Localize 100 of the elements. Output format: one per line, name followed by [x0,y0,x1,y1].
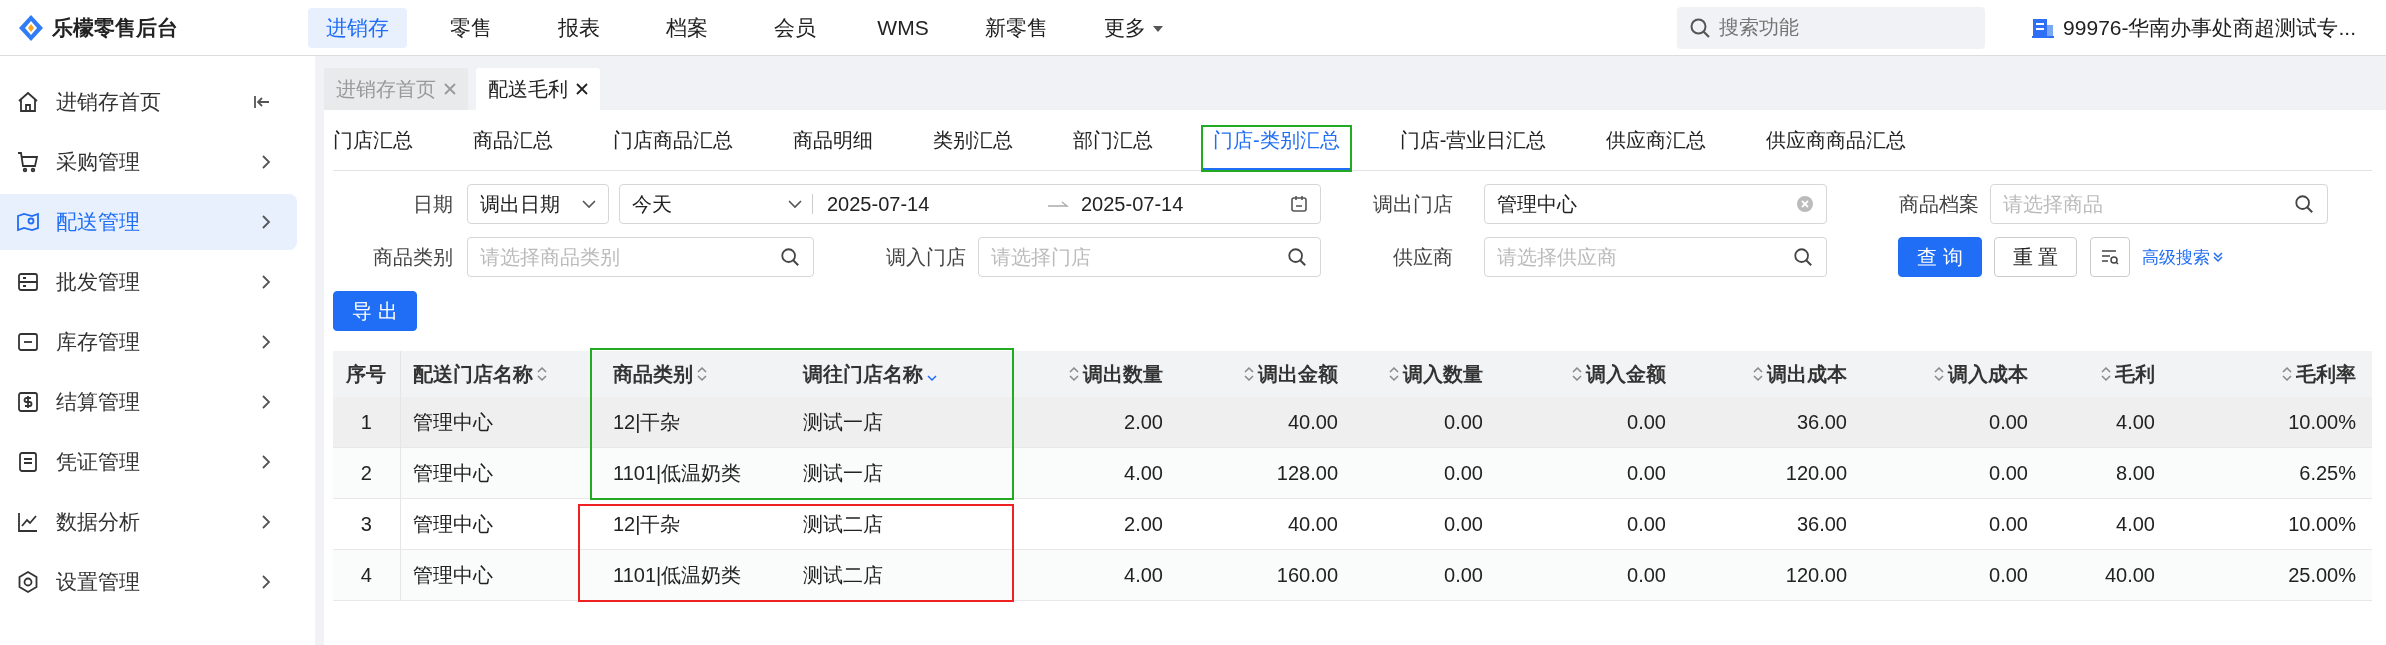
gear-icon [16,570,40,594]
field-label: 日期 [412,191,453,217]
table-cell: 4 [360,563,372,586]
table-cell: 管理中心 [412,410,493,433]
caret-icon [1152,24,1164,33]
search-icon [1793,247,1813,267]
advanced-search-link[interactable]: 高级搜索 [2142,245,2225,269]
sort-icon[interactable] [1069,366,1079,382]
table-cell: 1101|低温奶类 [613,563,742,586]
app-title: 乐檬零售后台 [52,14,178,41]
nav-link[interactable]: 档案 [643,7,731,48]
field-label: 商品档案 [1898,191,1979,217]
table-row[interactable]: 1 管理中心 12|干杂 测试一店 2.00 40.00 0.00 0.00 36.00 0.00 4.00 10.00% [333,397,2372,448]
sort-icon[interactable] [1389,366,1399,382]
search-icon [1287,247,1307,267]
sidebar-item[interactable]: 结算管理 [0,374,297,430]
table-cell: 0.00 [1444,410,1483,433]
table-cell: 40.00 [1287,512,1338,535]
sort-icon[interactable] [536,366,547,382]
category-field[interactable]: 请选择商品类别 [467,237,814,277]
sidebar-item[interactable]: 配送管理 [0,194,297,250]
double-chevron-icon [2212,251,2225,263]
sidebar-item[interactable]: 采购管理 [0,134,297,190]
report-tab[interactable]: 商品汇总 [463,127,563,170]
table-cell: 0.00 [1989,410,2028,433]
search-icon [1689,16,1712,39]
building-icon [2031,16,2056,39]
table-cell: 8.00 [2116,461,2155,484]
table-cell: 120.00 [1785,461,1847,484]
store-name[interactable]: 99976-华南办事处商超测试专... [2063,13,2356,42]
report-tab[interactable]: 供应商商品汇总 [1756,127,1917,170]
logo-icon [18,13,44,42]
report-tab[interactable]: 供应商汇总 [1596,127,1717,170]
product-field[interactable]: 请选择商品 [1990,184,2328,224]
field-label: 调入门店 [885,244,966,270]
money-icon [16,390,40,414]
store-field[interactable]: 请选择门店 [978,237,1321,277]
nav-link[interactable]: 报表 [535,7,623,48]
sidebar-item[interactable]: 凭证管理 [0,434,297,490]
cart-icon [16,150,40,174]
table-cell: 2.00 [1124,512,1163,535]
sort-icon[interactable] [2101,366,2111,382]
nav-link[interactable]: 会员 [751,7,839,48]
sidebar-item[interactable]: 设置管理 [0,554,297,610]
nav-link[interactable]: 零售 [427,7,515,48]
search-field[interactable]: 搜索功能 [1677,6,1986,49]
map-icon [16,210,40,234]
sort-icon[interactable] [1934,366,1944,382]
sidebar-item[interactable]: 数据分析 [0,494,297,550]
chevron-right-icon [261,334,271,350]
sidebar-item[interactable]: 进销存首页 [0,74,297,130]
sort-icon[interactable] [2282,366,2292,382]
table-row[interactable]: 3 管理中心 12|干杂 测试二店 2.00 40.00 0.00 0.00 36.00 0.00 4.00 10.00% [333,498,2372,550]
table-cell: 0.00 [1989,563,2028,586]
close-icon[interactable] [576,83,588,95]
store-field[interactable]: 管理中心 [1484,184,1827,224]
sort-icon[interactable] [1572,366,1582,382]
report-tab[interactable]: 门店-类别汇总 [1203,127,1350,170]
date-range-field[interactable]: 今天 2025-07-14 2025-07-14 [619,184,1321,224]
nav-link[interactable]: 进销存 [308,7,407,48]
report-tab[interactable]: 门店-营业日汇总 [1389,127,1557,170]
nav-link[interactable]: WMS [859,7,947,48]
sort-icon[interactable] [697,366,707,382]
report-tab[interactable]: 门店汇总 [333,127,423,170]
table-row[interactable]: 2 管理中心 1101|低温奶类 测试一店 4.00 128.00 0.00 0.00 120.00 0.00 8.00 6.25% [333,447,2372,499]
supplier-field[interactable]: 请选择供应商 [1484,237,1827,277]
report-tab[interactable]: 商品明细 [783,127,883,170]
table-cell: 0.00 [1989,512,2028,535]
table-cell: 测试一店 [803,410,883,433]
table-cell: 管理中心 [412,563,493,586]
report-tab[interactable]: 类别汇总 [923,127,1023,170]
export-button[interactable]: 导 出 [333,291,417,331]
table-cell: 128.00 [1276,461,1338,484]
sort-icon[interactable] [1753,366,1763,382]
sort-icon[interactable] [1244,366,1254,382]
reset-button[interactable]: 重 置 [1993,237,2078,277]
collapse-icon[interactable] [253,94,271,110]
page-tab[interactable]: 配送毛利 [476,68,600,110]
table-cell: 0.00 [1444,512,1483,535]
sidebar-item[interactable]: 批发管理 [0,254,297,310]
filter-list-button[interactable] [2090,237,2131,277]
table-row[interactable]: 4 管理中心 1101|低温奶类 测试二店 4.00 160.00 0.00 0.00 120.00 0.00 40.00 25.00% [333,549,2372,601]
report-tab[interactable]: 门店商品汇总 [603,127,743,170]
table-cell: 测试一店 [803,461,883,484]
sidebar-item[interactable]: 库存管理 [0,314,297,370]
chevron-right-icon [261,394,271,410]
field-label: 供应商 [1392,244,1453,270]
date-type-select[interactable]: 调出日期 [467,184,609,224]
report-tab[interactable]: 部门汇总 [1063,127,1163,170]
table-cell: 12|干杂 [613,512,681,535]
query-button[interactable]: 查 询 [1898,237,1982,277]
calendar-icon[interactable] [1290,195,1308,213]
table-cell: 25.00% [2288,563,2356,586]
chevron-right-icon [261,514,271,530]
nav-link[interactable]: 新零售 [967,7,1066,48]
clear-icon[interactable] [1796,195,1814,213]
table-cell: 测试二店 [803,563,883,586]
chevron-right-icon [261,454,271,470]
chart-icon [16,510,40,534]
nav-dropdown[interactable]: 更多 [1086,7,1182,48]
